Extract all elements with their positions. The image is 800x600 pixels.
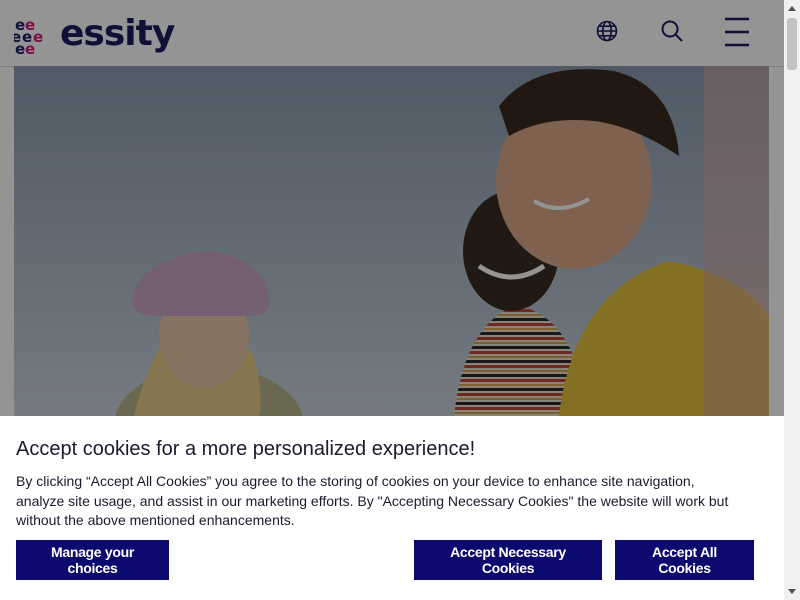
scrollbar-thumb[interactable] [787,18,797,70]
hero-photo-people [14,66,769,416]
scroll-down-arrow-icon[interactable] [784,584,800,600]
menu-button[interactable] [722,14,752,48]
search-icon [661,20,683,42]
cookie-title: Accept cookies for a more personalized e… [16,438,476,460]
cookie-consent-banner: Accept cookies for a more personalized e… [0,416,784,600]
accept-all-cookies-button[interactable]: Accept All Cookies [615,540,754,580]
manage-choices-button[interactable]: Manage your choices [16,540,169,580]
logo-mark-icon: e e e e e e e [14,16,43,56]
scroll-up-arrow-icon[interactable] [784,0,800,16]
svg-text:e: e [15,40,25,56]
search-button[interactable] [657,16,687,46]
essity-logo[interactable]: e e e e e e e essity [14,13,175,57]
globe-icon [596,20,618,42]
logo-wordmark: essity [60,13,175,54]
site-header: e e e e e e e essity [0,0,784,67]
page-scrollbar[interactable] [784,0,800,600]
svg-text:e: e [25,40,35,56]
hamburger-menu-icon [725,17,749,47]
hero-image [14,66,769,416]
cookie-description: By clicking “Accept All Cookies” you agr… [16,473,729,528]
language-button[interactable] [592,16,622,46]
accept-necessary-cookies-button[interactable]: Accept Necessary Cookies [414,540,602,580]
